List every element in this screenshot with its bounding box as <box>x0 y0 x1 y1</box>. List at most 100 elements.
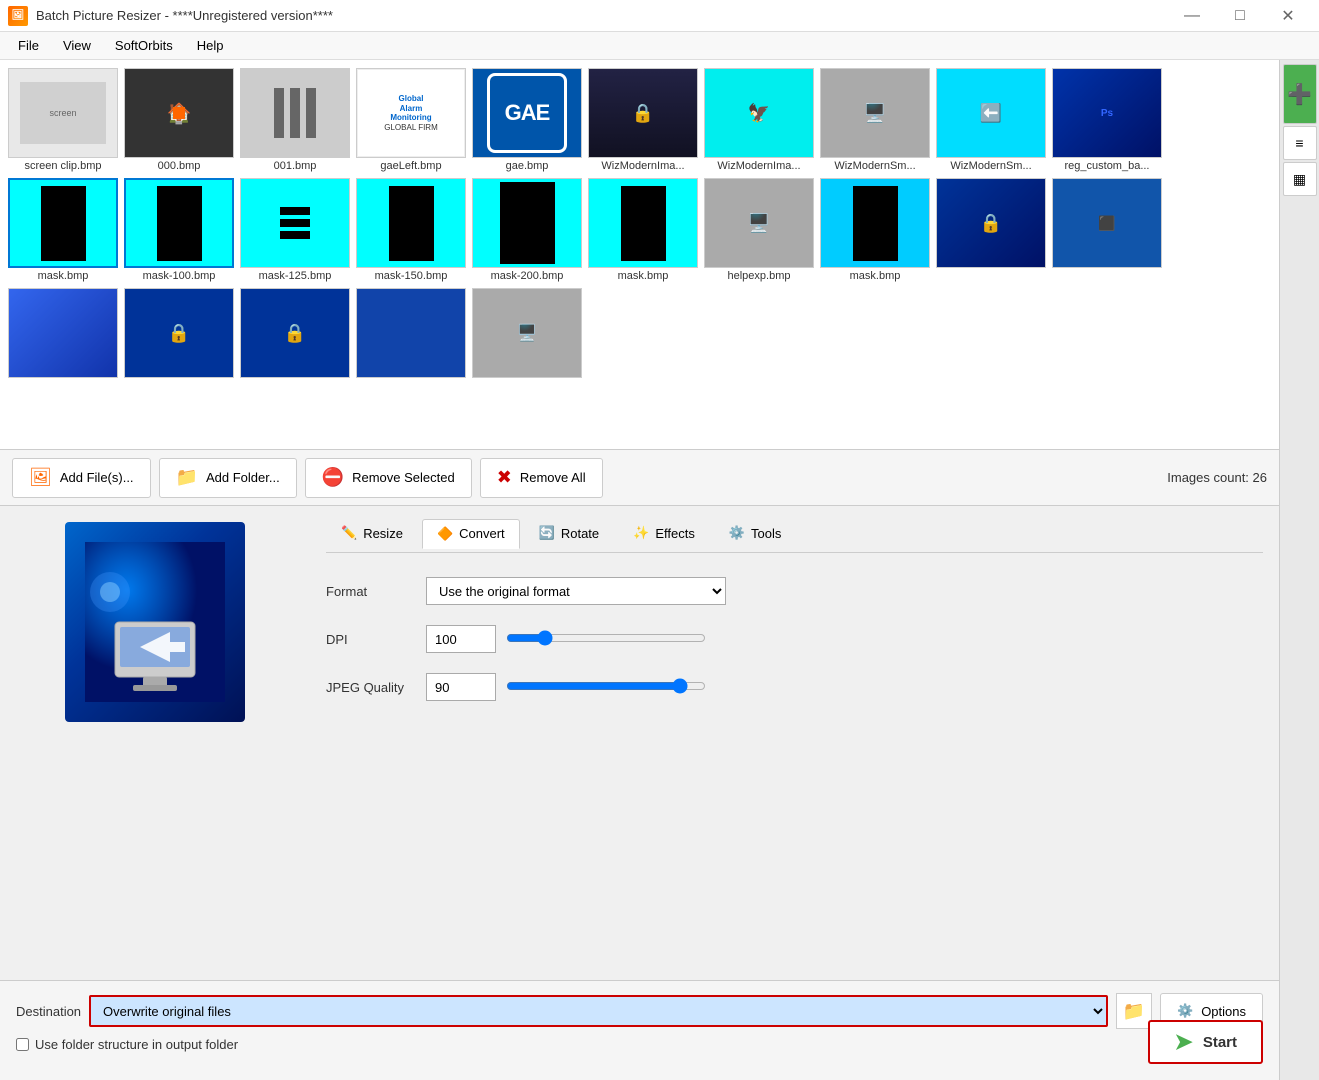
jpeg-slider[interactable] <box>506 678 706 694</box>
gallery-item[interactable] <box>8 288 118 380</box>
preview-area <box>0 506 310 980</box>
image-gallery[interactable]: screen screen clip.bmp 🏠 000.bmp <box>0 60 1279 450</box>
add-folder-button[interactable]: 📁 Add Folder... <box>159 458 297 498</box>
browse-folder-button[interactable]: 📁 <box>1116 993 1152 1029</box>
dpi-label: DPI <box>326 632 426 647</box>
gallery-item[interactable]: 🖥️ WizModernSm... <box>820 68 930 172</box>
start-area: ➤ Start <box>1148 1020 1263 1064</box>
format-control: Use the original format BMP JPEG PNG TIF… <box>426 577 826 605</box>
gallery-item[interactable]: 🦅 WizModernIma... <box>704 68 814 172</box>
resize-tab-icon: ✏️ <box>341 525 357 541</box>
gallery-item[interactable]: mask-200.bmp <box>472 178 582 282</box>
titlebar: 🖼 Batch Picture Resizer - ****Unregister… <box>0 0 1319 32</box>
add-files-label: Add File(s)... <box>60 470 134 485</box>
list-view-button[interactable]: ≡ <box>1283 126 1317 160</box>
gallery-item[interactable]: GlobalAlarmMonitoring GLOBAL FIRM gaeLef… <box>356 68 466 172</box>
dpi-slider[interactable] <box>506 630 706 646</box>
rotate-tab-icon: 🔄 <box>539 525 555 541</box>
gallery-item[interactable]: mask-125.bmp <box>240 178 350 282</box>
convert-panel: Format Use the original format BMP JPEG … <box>326 569 1263 729</box>
gallery-item[interactable]: 🔒 WizModernIma... <box>588 68 698 172</box>
remove-all-label: Remove All <box>520 470 586 485</box>
gallery-item[interactable]: Ps reg_custom_ba... <box>1052 68 1162 172</box>
toolbar: 🖼 Add File(s)... 📁 Add Folder... ⛔ Remov… <box>0 450 1279 506</box>
start-button[interactable]: ➤ Start <box>1148 1020 1263 1064</box>
dpi-slider-container <box>506 630 706 649</box>
destination-bar: Destination Overwrite original files Sav… <box>0 980 1279 1080</box>
menubar: File View SoftOrbits Help <box>0 32 1319 60</box>
tab-resize[interactable]: ✏️ Resize <box>326 518 418 548</box>
format-select[interactable]: Use the original format BMP JPEG PNG TIF… <box>426 577 726 605</box>
convert-tab-icon: 🔶 <box>437 526 453 542</box>
convert-tab-label: Convert <box>459 526 505 541</box>
gallery-item[interactable]: 🔒 <box>240 288 350 380</box>
dpi-row: DPI <box>326 625 1263 653</box>
remove-all-icon: ✖ <box>497 467 512 488</box>
minimize-button[interactable]: — <box>1169 0 1215 32</box>
close-button[interactable]: ✕ <box>1265 0 1311 32</box>
destination-row: Destination Overwrite original files Sav… <box>16 993 1263 1029</box>
menu-help[interactable]: Help <box>187 34 234 57</box>
destination-label: Destination <box>16 1004 81 1019</box>
gallery-item[interactable]: 🖥️ helpexp.bmp <box>704 178 814 282</box>
folder-structure-checkbox[interactable] <box>16 1038 29 1051</box>
add-files-button[interactable]: 🖼 Add File(s)... <box>12 458 151 498</box>
format-label: Format <box>326 584 426 599</box>
remove-selected-button[interactable]: ⛔ Remove Selected <box>305 458 472 498</box>
start-label: Start <box>1203 1034 1237 1051</box>
add-to-queue-button[interactable]: ➕ <box>1283 64 1317 124</box>
tab-rotate[interactable]: 🔄 Rotate <box>524 518 615 548</box>
gallery-item[interactable]: 🖥️ <box>472 288 582 380</box>
app-icon: 🖼 <box>8 6 28 26</box>
remove-all-button[interactable]: ✖ Remove All <box>480 458 603 498</box>
menu-file[interactable]: File <box>8 34 49 57</box>
effects-tab-icon: ✨ <box>633 525 649 541</box>
tab-effects[interactable]: ✨ Effects <box>618 518 710 548</box>
titlebar-left: 🖼 Batch Picture Resizer - ****Unregister… <box>8 6 333 26</box>
destination-select[interactable]: Overwrite original files Save to folder … <box>91 997 1106 1025</box>
gallery-item[interactable]: mask-100.bmp <box>124 178 234 282</box>
jpeg-quality-input[interactable] <box>426 673 496 701</box>
jpeg-slider-container <box>506 678 706 697</box>
menu-view[interactable]: View <box>53 34 101 57</box>
menu-softorbits[interactable]: SoftOrbits <box>105 34 183 57</box>
add-files-icon: 🖼 <box>29 467 52 488</box>
gallery-item[interactable]: ⬅️ WizModernSm... <box>936 68 1046 172</box>
browse-folder-icon: 📁 <box>1123 1001 1145 1022</box>
gallery-item[interactable]: ⬛ <box>1052 178 1162 282</box>
remove-selected-label: Remove Selected <box>352 470 455 485</box>
folder-structure-row: Use folder structure in output folder <box>16 1037 1263 1052</box>
destination-input-wrapper: Overwrite original files Save to folder … <box>89 995 1108 1027</box>
gallery-item[interactable]: mask.bmp <box>820 178 930 282</box>
grid-view-button[interactable]: ▦ <box>1283 162 1317 196</box>
gallery-item[interactable]: GAE gae.bmp <box>472 68 582 172</box>
gallery-item[interactable]: mask-150.bmp <box>356 178 466 282</box>
tab-tools[interactable]: ⚙️ Tools <box>714 518 797 548</box>
rotate-tab-label: Rotate <box>561 526 599 541</box>
preview-image <box>65 522 245 722</box>
tools-tab-icon: ⚙️ <box>729 525 745 541</box>
jpeg-quality-label: JPEG Quality <box>326 680 426 695</box>
tools-tab-label: Tools <box>751 526 781 541</box>
gallery-item[interactable]: mask.bmp <box>8 178 118 282</box>
window-controls: — □ ✕ <box>1169 0 1311 32</box>
options-gear-icon: ⚙️ <box>1177 1003 1193 1019</box>
maximize-button[interactable]: □ <box>1217 0 1263 32</box>
gallery-item[interactable]: mask.bmp <box>588 178 698 282</box>
remove-selected-icon: ⛔ <box>322 467 344 488</box>
main-container: screen screen clip.bmp 🏠 000.bmp <box>0 60 1319 1080</box>
gallery-item[interactable]: 🔒 <box>124 288 234 380</box>
gallery-item[interactable]: screen screen clip.bmp <box>8 68 118 172</box>
add-folder-icon: 📁 <box>176 467 198 488</box>
tab-convert[interactable]: 🔶 Convert <box>422 519 520 549</box>
folder-structure-label: Use folder structure in output folder <box>35 1037 238 1052</box>
start-arrow-icon: ➤ <box>1174 1029 1192 1055</box>
gallery-item[interactable]: 001.bmp <box>240 68 350 172</box>
dpi-input[interactable] <box>426 625 496 653</box>
gallery-item[interactable]: 🏠 000.bmp <box>124 68 234 172</box>
add-folder-label: Add Folder... <box>206 470 280 485</box>
gallery-item[interactable]: 🔒 <box>936 178 1046 282</box>
jpeg-quality-control <box>426 673 826 701</box>
gallery-item[interactable] <box>356 288 466 380</box>
operations-panel: ✏️ Resize 🔶 Convert 🔄 Rotate ✨ <box>310 506 1279 980</box>
